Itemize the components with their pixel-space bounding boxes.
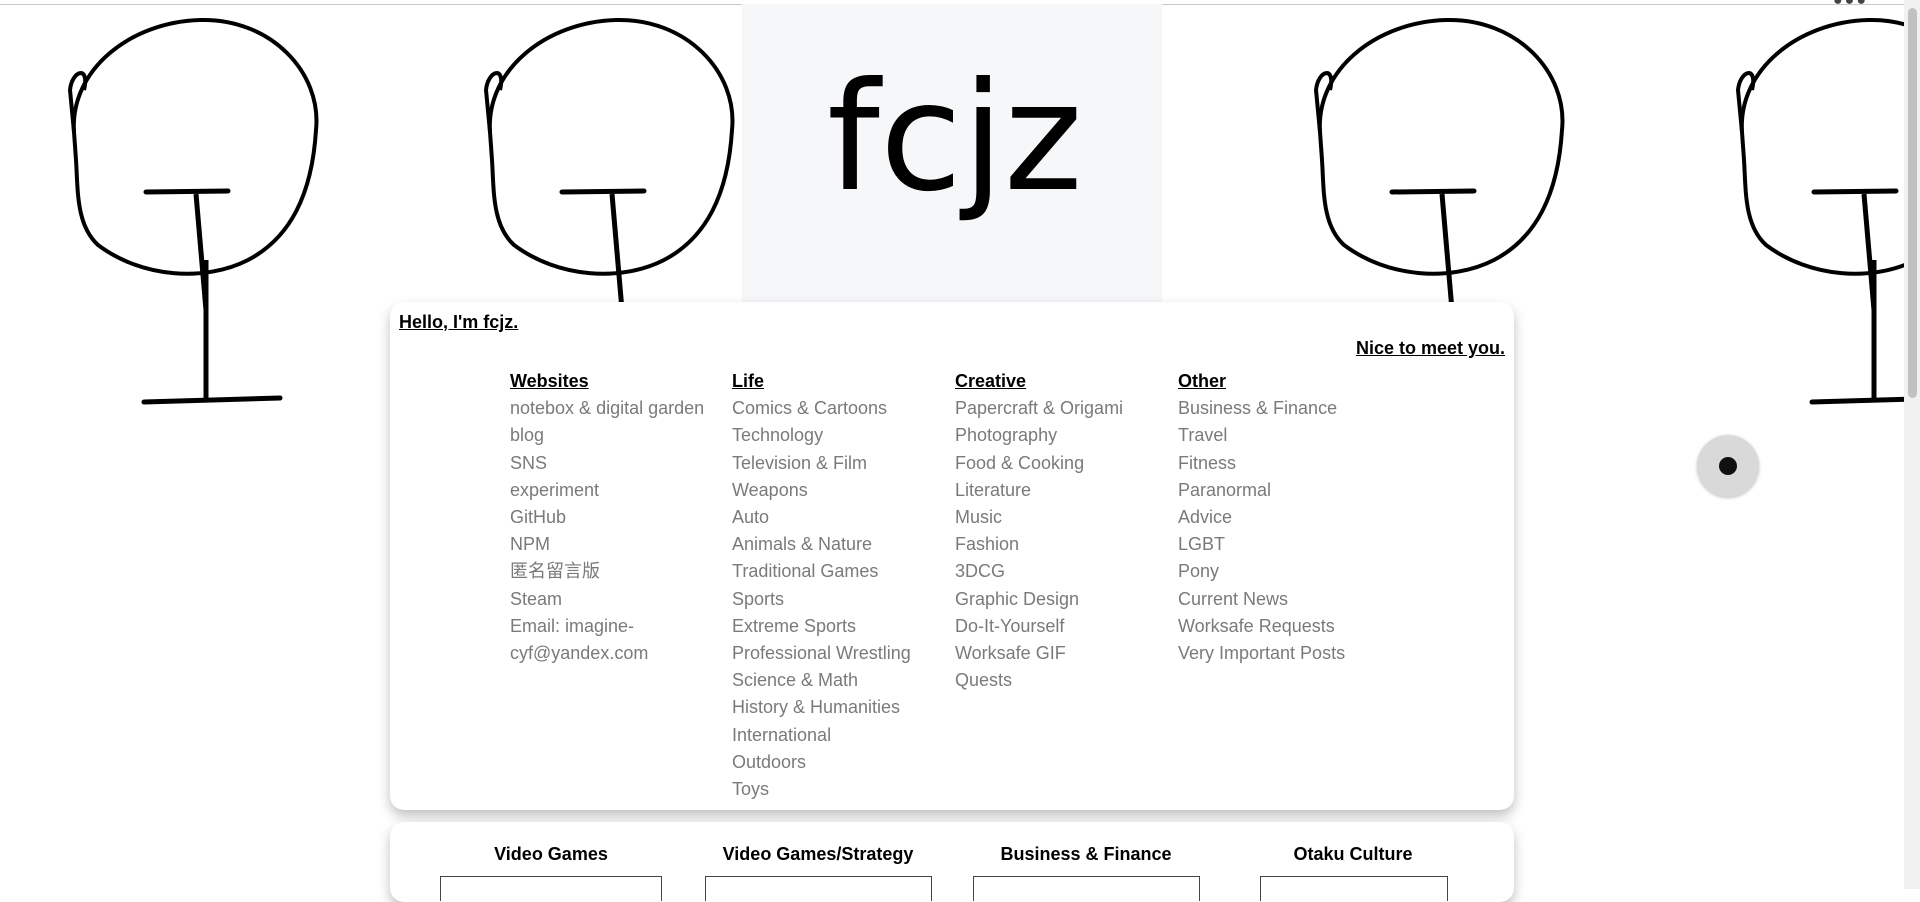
nice-to-meet-link[interactable]: Nice to meet you.	[1356, 338, 1505, 359]
link-item[interactable]: experiment	[510, 477, 732, 504]
link-item[interactable]: NPM	[510, 531, 732, 558]
column-other: Other Business & Finance Travel Fitness …	[1178, 368, 1400, 667]
category-title-video-games[interactable]: Video Games	[431, 844, 671, 865]
link-item[interactable]: Photography	[955, 422, 1177, 449]
link-item[interactable]: Email: imagine-	[510, 613, 732, 640]
link-item[interactable]: Animals & Nature	[732, 531, 954, 558]
logo-text: fcjz	[827, 51, 1083, 225]
link-item[interactable]: Toys	[732, 776, 954, 803]
column-life: Life Comics & Cartoons Technology Televi…	[732, 368, 954, 803]
link-item[interactable]: Weapons	[732, 477, 954, 504]
link-item[interactable]: Travel	[1178, 422, 1400, 449]
link-item[interactable]: Outdoors	[732, 749, 954, 776]
link-item[interactable]: Fitness	[1178, 450, 1400, 477]
link-item[interactable]: Current News	[1178, 586, 1400, 613]
link-item[interactable]: Worksafe GIF	[955, 640, 1177, 667]
site-logo[interactable]: fcjz	[742, 4, 1162, 302]
link-item[interactable]: Food & Cooking	[955, 450, 1177, 477]
link-item[interactable]: blog	[510, 422, 732, 449]
link-item[interactable]: Television & Film	[732, 450, 954, 477]
link-item[interactable]: Extreme Sports	[732, 613, 954, 640]
link-item[interactable]: Traditional Games	[732, 558, 954, 585]
link-item[interactable]: Steam	[510, 586, 732, 613]
link-item[interactable]: Professional Wrestling	[732, 640, 954, 667]
link-item[interactable]: Worksafe Requests	[1178, 613, 1400, 640]
category-title-video-games-strategy[interactable]: Video Games/Strategy	[698, 844, 938, 865]
link-item[interactable]: 匿名留言版	[510, 558, 732, 585]
link-item[interactable]: Fashion	[955, 531, 1177, 558]
link-item[interactable]: Quests	[955, 667, 1177, 694]
link-item[interactable]: Literature	[955, 477, 1177, 504]
category-title-business-finance[interactable]: Business & Finance	[966, 844, 1206, 865]
stick-figure-1	[60, 10, 320, 430]
link-item[interactable]: Advice	[1178, 504, 1400, 531]
link-item[interactable]: Very Important Posts	[1178, 640, 1400, 667]
link-item[interactable]: History & Humanities	[732, 694, 954, 721]
record-dot-icon	[1719, 457, 1737, 475]
link-item[interactable]: Do-It-Yourself	[955, 613, 1177, 640]
page-scrollbar[interactable]	[1904, 0, 1920, 889]
link-item[interactable]: Comics & Cartoons	[732, 395, 954, 422]
link-item[interactable]: International	[732, 722, 954, 749]
stick-figure-icon	[1735, 17, 1920, 405]
link-item[interactable]: Music	[955, 504, 1177, 531]
link-item[interactable]: Auto	[732, 504, 954, 531]
floating-record-button[interactable]	[1697, 435, 1759, 497]
link-item[interactable]: Technology	[732, 422, 954, 449]
column-heading[interactable]: Creative	[955, 368, 1177, 395]
ellipsis-icon[interactable]: ●●●	[1833, 0, 1868, 10]
link-item[interactable]: notebox & digital garden	[510, 395, 732, 422]
link-item[interactable]: SNS	[510, 450, 732, 477]
category-title-otaku-culture[interactable]: Otaku Culture	[1233, 844, 1473, 865]
link-item[interactable]: cyf@yandex.com	[510, 640, 732, 667]
link-item[interactable]: Science & Math	[732, 667, 954, 694]
link-item[interactable]: 3DCG	[955, 558, 1177, 585]
link-item[interactable]: Paranormal	[1178, 477, 1400, 504]
link-item[interactable]: GitHub	[510, 504, 732, 531]
stick-figure-icon	[67, 17, 319, 405]
link-item[interactable]: Sports	[732, 586, 954, 613]
column-heading[interactable]: Websites	[510, 368, 732, 395]
column-websites: Websites notebox & digital garden blog S…	[510, 368, 732, 667]
link-item[interactable]: Pony	[1178, 558, 1400, 585]
link-item[interactable]: Papercraft & Origami	[955, 395, 1177, 422]
link-item[interactable]: Business & Finance	[1178, 395, 1400, 422]
column-heading[interactable]: Life	[732, 368, 954, 395]
greeting-link[interactable]: Hello, I'm fcjz.	[399, 312, 518, 333]
stick-figure-4	[1728, 10, 1920, 430]
column-creative: Creative Papercraft & Origami Photograph…	[955, 368, 1177, 694]
link-item[interactable]: Graphic Design	[955, 586, 1177, 613]
fcjz-logo-icon: fcjz	[827, 51, 1083, 225]
link-item[interactable]: LGBT	[1178, 531, 1400, 558]
scrollbar-thumb[interactable]	[1908, 8, 1917, 398]
column-heading[interactable]: Other	[1178, 368, 1400, 395]
